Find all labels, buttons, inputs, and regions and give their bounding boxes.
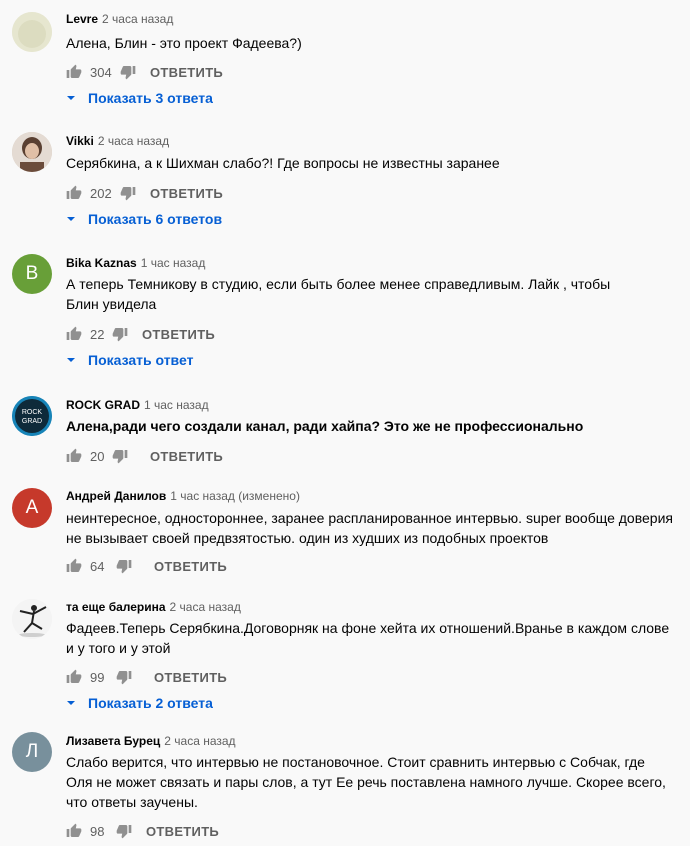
like-count: 20	[90, 448, 105, 464]
chevron-down-icon	[67, 701, 75, 705]
show-replies-button[interactable]: Показать 3 ответа	[66, 90, 213, 106]
reply-button[interactable]: ОТВЕТИТЬ	[150, 449, 223, 464]
comment-actions: 202 ОТВЕТИТЬ	[66, 183, 223, 203]
timestamp[interactable]: 1 час назад (изменено)	[170, 489, 300, 503]
timestamp[interactable]: 2 часа назад	[102, 12, 173, 26]
avatar-logo: ROCK GRAD	[12, 396, 52, 436]
show-replies-label: Показать 3 ответа	[88, 90, 213, 106]
comment-text: Алена, Блин - это проект Фадеева?)	[66, 35, 302, 51]
thumb-down-icon[interactable]	[116, 558, 132, 574]
avatar-image	[12, 12, 52, 52]
author-name[interactable]: Андрей Данилов	[66, 489, 166, 503]
comment-text: Слабо верится, что интервью не постаново…	[66, 754, 666, 810]
comment-text: Серябкина, а к Шихман слабо?! Где вопрос…	[66, 155, 500, 171]
comment-header: Bika Kaznas 1 час назад	[66, 256, 205, 270]
author-name[interactable]: ROCK GRAD	[66, 398, 140, 412]
reply-button[interactable]: ОТВЕТИТЬ	[142, 327, 215, 342]
timestamp[interactable]: 2 часа назад	[98, 134, 169, 148]
chevron-down-icon	[67, 96, 75, 100]
thumb-down-icon[interactable]	[120, 185, 136, 201]
avatar[interactable]: Л	[12, 732, 52, 772]
avatar-letter: Л	[25, 741, 39, 762]
comment-header: ROCK GRAD 1 час назад	[66, 398, 209, 412]
chevron-down-icon	[67, 217, 75, 221]
thumb-up-icon[interactable]	[66, 669, 82, 685]
comment-actions: 20 ОТВЕТИТЬ	[66, 446, 223, 466]
avatar-letter: А	[25, 497, 39, 518]
timestamp[interactable]: 2 часа назад	[170, 600, 241, 614]
comment-text: А теперь Темникову в студию, если быть б…	[66, 276, 611, 312]
thumb-up-icon[interactable]	[66, 326, 82, 342]
comment-text: неинтересное, одностороннее, заранее рас…	[66, 510, 673, 546]
avatar-logo-line1: ROCK	[22, 409, 43, 416]
avatar-image	[12, 599, 52, 639]
thumb-up-icon[interactable]	[66, 558, 82, 574]
reply-button[interactable]: ОТВЕТИТЬ	[146, 824, 219, 839]
avatar[interactable]	[12, 132, 52, 172]
comment-actions: 304 ОТВЕТИТЬ	[66, 62, 223, 82]
show-replies-button[interactable]: Показать 2 ответа	[66, 695, 213, 711]
avatar[interactable]: B	[12, 254, 52, 294]
author-name[interactable]: Bika Kaznas	[66, 256, 137, 270]
comment-actions: 99 ОТВЕТИТЬ	[66, 667, 227, 687]
comment-actions: 64 ОТВЕТИТЬ	[66, 556, 227, 576]
avatar[interactable]: А	[12, 488, 52, 528]
thumb-up-icon[interactable]	[66, 823, 82, 839]
thumb-down-icon[interactable]	[120, 64, 136, 80]
comment-text: Алена,ради чего создали канал, ради хайп…	[66, 418, 584, 434]
show-replies-label: Показать 2 ответа	[88, 695, 213, 711]
comment-actions: 22 ОТВЕТИТЬ	[66, 324, 215, 344]
thumb-up-icon[interactable]	[66, 64, 82, 80]
author-name[interactable]: Vikki	[66, 134, 94, 148]
show-replies-button[interactable]: Показать ответ	[66, 352, 193, 368]
comment-header: Vikki 2 часа назад	[66, 134, 169, 148]
comment-header: Лизавета Бурец 2 часа назад	[66, 734, 236, 748]
avatar[interactable]	[12, 12, 52, 52]
like-count: 202	[90, 185, 112, 201]
reply-button[interactable]: ОТВЕТИТЬ	[150, 186, 223, 201]
avatar[interactable]: ROCK GRAD	[12, 396, 52, 436]
chevron-down-icon	[67, 358, 75, 362]
like-count: 99	[90, 669, 105, 685]
comment-actions: 98 ОТВЕТИТЬ	[66, 821, 219, 841]
like-count: 98	[90, 823, 105, 839]
author-name[interactable]: та еще балерина	[66, 600, 166, 614]
timestamp[interactable]: 2 часа назад	[164, 734, 235, 748]
comment-header: та еще балерина 2 часа назад	[66, 600, 241, 614]
comment-header: Андрей Данилов 1 час назад (изменено)	[66, 489, 300, 503]
show-replies-label: Показать ответ	[88, 352, 194, 368]
avatar-image	[12, 132, 52, 172]
thumb-up-icon[interactable]	[66, 448, 82, 464]
reply-button[interactable]: ОТВЕТИТЬ	[154, 559, 227, 574]
like-count: 304	[90, 64, 112, 80]
reply-button[interactable]: ОТВЕТИТЬ	[154, 670, 227, 685]
author-name[interactable]: Лизавета Бурец	[66, 734, 160, 748]
avatar-letter: B	[25, 263, 39, 284]
thumb-down-icon[interactable]	[116, 669, 132, 685]
like-count: 64	[90, 558, 105, 574]
like-count: 22	[90, 326, 105, 342]
avatar[interactable]	[12, 599, 52, 639]
thumb-down-icon[interactable]	[116, 823, 132, 839]
reply-button[interactable]: ОТВЕТИТЬ	[150, 65, 223, 80]
show-replies-label: Показать 6 ответов	[88, 211, 223, 227]
thumb-down-icon[interactable]	[112, 448, 128, 464]
thumb-up-icon[interactable]	[66, 185, 82, 201]
comment-header: Levre 2 часа назад	[66, 12, 173, 26]
author-name[interactable]: Levre	[66, 12, 98, 26]
show-replies-button[interactable]: Показать 6 ответов	[66, 211, 222, 227]
timestamp[interactable]: 1 час назад	[141, 256, 206, 270]
thumb-down-icon[interactable]	[112, 326, 128, 342]
avatar-logo-line2: GRAD	[22, 418, 42, 425]
timestamp[interactable]: 1 час назад	[144, 398, 209, 412]
comment-text: Фадеев.Теперь Серябкина.Договорняк на фо…	[66, 620, 670, 656]
